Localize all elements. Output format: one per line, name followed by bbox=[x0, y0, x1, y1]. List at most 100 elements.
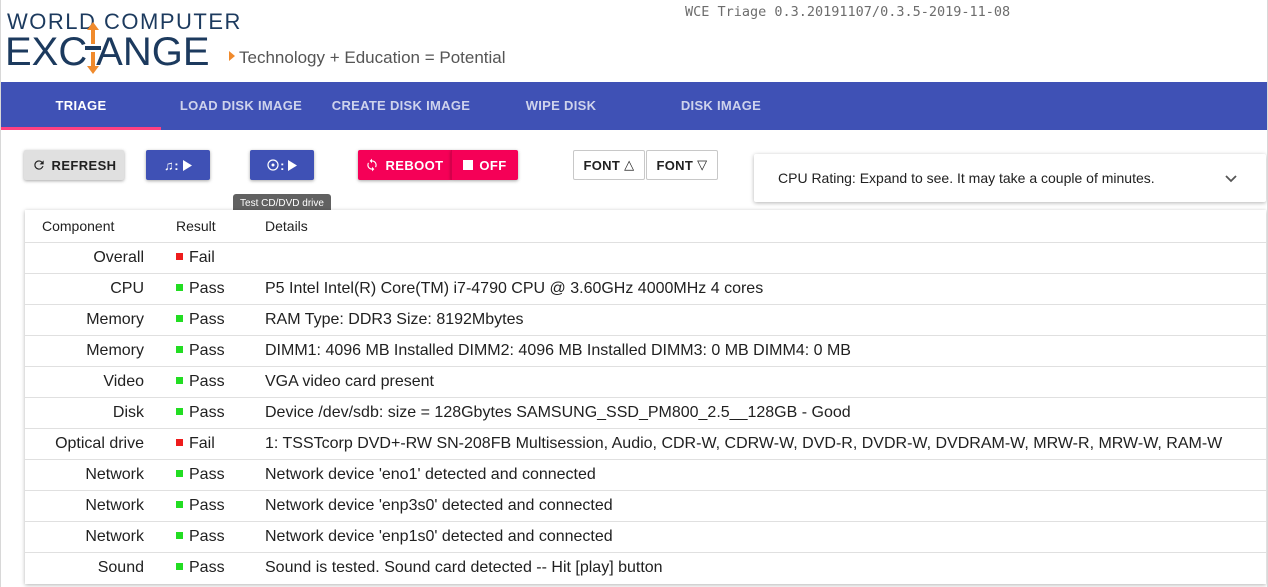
cell-result: Pass bbox=[176, 522, 256, 552]
tab-triage[interactable]: TRIAGE bbox=[1, 82, 161, 130]
result-text: Pass bbox=[189, 559, 225, 576]
header-component: Component bbox=[42, 218, 115, 234]
table-row: Disk Pass Device /dev/sdb: size = 128Gbyte… bbox=[25, 397, 1266, 428]
table-row: Sound Pass Sound is tested. Sound card det… bbox=[25, 552, 1266, 583]
triangle-down-icon: ▽ bbox=[697, 157, 708, 172]
tagline: Technology + Education = Potential bbox=[229, 48, 506, 68]
header-details: Details bbox=[265, 218, 308, 234]
table-row: Network Pass Network device 'enp1s0' detec… bbox=[25, 521, 1266, 552]
tab-bar: TRIAGE LOAD DISK IMAGE CREATE DISK IMAGE… bbox=[1, 82, 1267, 130]
tab-wipe-disk[interactable]: WIPE DISK bbox=[481, 82, 641, 130]
cell-result: Pass bbox=[176, 367, 256, 397]
refresh-label: REFRESH bbox=[51, 157, 117, 173]
cell-component: Disk bbox=[112, 404, 144, 421]
cell-component: Video bbox=[103, 373, 144, 390]
cell-result: Pass bbox=[176, 398, 256, 428]
table-header: Component Result Details bbox=[25, 210, 1266, 242]
cell-details: P5 Intel Intel(R) Core(TM) i7-4790 CPU @… bbox=[265, 280, 764, 297]
power-off-button[interactable]: OFF bbox=[451, 150, 518, 180]
table-row: CPU Pass P5 Intel Intel(R) Core(TM) i7-479… bbox=[25, 273, 1266, 304]
logo-exchange-arrows-icon bbox=[85, 22, 101, 74]
disc-icon bbox=[267, 159, 279, 171]
cell-result: Pass bbox=[176, 305, 256, 335]
cpu-rating-panel[interactable]: CPU Rating: Expand to see. It may take a… bbox=[754, 154, 1266, 202]
music-note-icon: ♫: bbox=[164, 157, 179, 173]
stop-icon bbox=[463, 160, 474, 170]
pass-status-icon bbox=[176, 284, 183, 291]
off-label: OFF bbox=[479, 157, 507, 173]
fail-status-icon bbox=[176, 439, 183, 446]
cell-result: Pass bbox=[176, 460, 256, 490]
cell-result: Pass bbox=[176, 274, 256, 304]
table-row: Network Pass Network device 'eno1' detecte… bbox=[25, 459, 1266, 490]
result-text: Pass bbox=[189, 280, 225, 297]
tab-load-disk-image[interactable]: LOAD DISK IMAGE bbox=[161, 82, 321, 130]
cell-result: Pass bbox=[176, 491, 256, 521]
cell-result: Fail bbox=[176, 243, 256, 273]
cell-component: Network bbox=[85, 528, 144, 545]
result-text: Pass bbox=[189, 528, 225, 545]
table-row: Overall Fail bbox=[25, 242, 1266, 273]
cell-details: 1: TSSTcorp DVD+-RW SN-208FB Multisessio… bbox=[265, 435, 1223, 452]
cell-component: Network bbox=[85, 466, 144, 483]
result-text: Pass bbox=[189, 466, 225, 483]
pass-status-icon bbox=[176, 408, 183, 415]
table-row: Network Pass Network device 'enp3s0' detec… bbox=[25, 490, 1266, 521]
cell-result: Fail bbox=[176, 429, 256, 459]
result-text: Pass bbox=[189, 311, 225, 328]
cell-details: Sound is tested. Sound card detected -- … bbox=[265, 559, 663, 576]
pass-status-icon bbox=[176, 346, 183, 353]
triage-table: Component Result Details Overall Fail CPU P… bbox=[25, 210, 1266, 584]
tab-create-disk-image[interactable]: CREATE DISK IMAGE bbox=[321, 82, 481, 130]
sound-play-button[interactable]: ♫: bbox=[146, 150, 210, 180]
reboot-label: REBOOT bbox=[385, 157, 444, 173]
pass-status-icon bbox=[176, 470, 183, 477]
play-icon bbox=[287, 159, 297, 171]
cell-result: Pass bbox=[176, 553, 256, 583]
tab-disk-image[interactable]: DISK IMAGE bbox=[641, 82, 801, 130]
table-row: Memory Pass DIMM1: 4096 MB Installed DIMM2… bbox=[25, 335, 1266, 366]
pass-status-icon bbox=[176, 532, 183, 539]
pass-status-icon bbox=[176, 501, 183, 508]
result-text: Pass bbox=[189, 373, 225, 390]
cell-details: RAM Type: DDR3 Size: 8192Mbytes bbox=[265, 311, 524, 328]
app-window: WORLD COMPUTER EXC ANGE Technology + Edu… bbox=[0, 0, 1268, 587]
font-up-label: FONT bbox=[583, 157, 621, 173]
result-text: Fail bbox=[189, 435, 215, 452]
chevron-down-icon bbox=[1225, 175, 1237, 183]
cell-details: VGA video card present bbox=[265, 373, 434, 390]
triangle-up-icon: △ bbox=[624, 157, 635, 172]
cell-details: Network device 'enp1s0' detected and con… bbox=[265, 528, 613, 545]
cell-details: Network device 'enp3s0' detected and con… bbox=[265, 497, 613, 514]
reboot-icon bbox=[367, 158, 378, 172]
result-text: Fail bbox=[189, 249, 215, 266]
version-text: WCE Triage 0.3.20191107/0.3.5-2019-11-08 bbox=[685, 4, 1011, 20]
result-text: Pass bbox=[189, 497, 225, 514]
tab-indicator bbox=[1, 127, 161, 130]
cpu-rating-text: CPU Rating: Expand to see. It may take a… bbox=[778, 170, 1155, 186]
result-text: Pass bbox=[189, 342, 225, 359]
pass-status-icon bbox=[176, 315, 183, 322]
header: WORLD COMPUTER EXC ANGE Technology + Edu… bbox=[1, 0, 1267, 82]
optical-play-button[interactable]: : bbox=[250, 150, 314, 180]
cell-component: Memory bbox=[86, 311, 144, 328]
cell-result: Pass bbox=[176, 336, 256, 366]
cell-component: CPU bbox=[110, 280, 144, 297]
font-decrease-button[interactable]: FONT ▽ bbox=[646, 150, 718, 180]
cell-component: Overall bbox=[93, 249, 144, 266]
tagline-arrow-icon bbox=[229, 51, 235, 61]
pass-status-icon bbox=[176, 377, 183, 384]
cell-component: Network bbox=[85, 497, 144, 514]
table-row: Video Pass VGA video card present bbox=[25, 366, 1266, 397]
refresh-icon bbox=[33, 160, 44, 170]
refresh-button[interactable]: REFRESH bbox=[24, 150, 124, 180]
table-row: Memory Pass RAM Type: DDR3 Size: 8192Mbyte… bbox=[25, 304, 1266, 335]
cell-component: Optical drive bbox=[55, 435, 144, 452]
table-row: Optical drive Fail 1: TSSTcorp DVD+-RW SN-… bbox=[25, 428, 1266, 459]
cell-component: Memory bbox=[86, 342, 144, 359]
result-text: Pass bbox=[189, 404, 225, 421]
logo-line2: EXC ANGE bbox=[5, 30, 210, 74]
header-result: Result bbox=[176, 218, 216, 234]
font-increase-button[interactable]: FONT △ bbox=[573, 150, 645, 180]
reboot-button[interactable]: REBOOT bbox=[358, 150, 451, 180]
